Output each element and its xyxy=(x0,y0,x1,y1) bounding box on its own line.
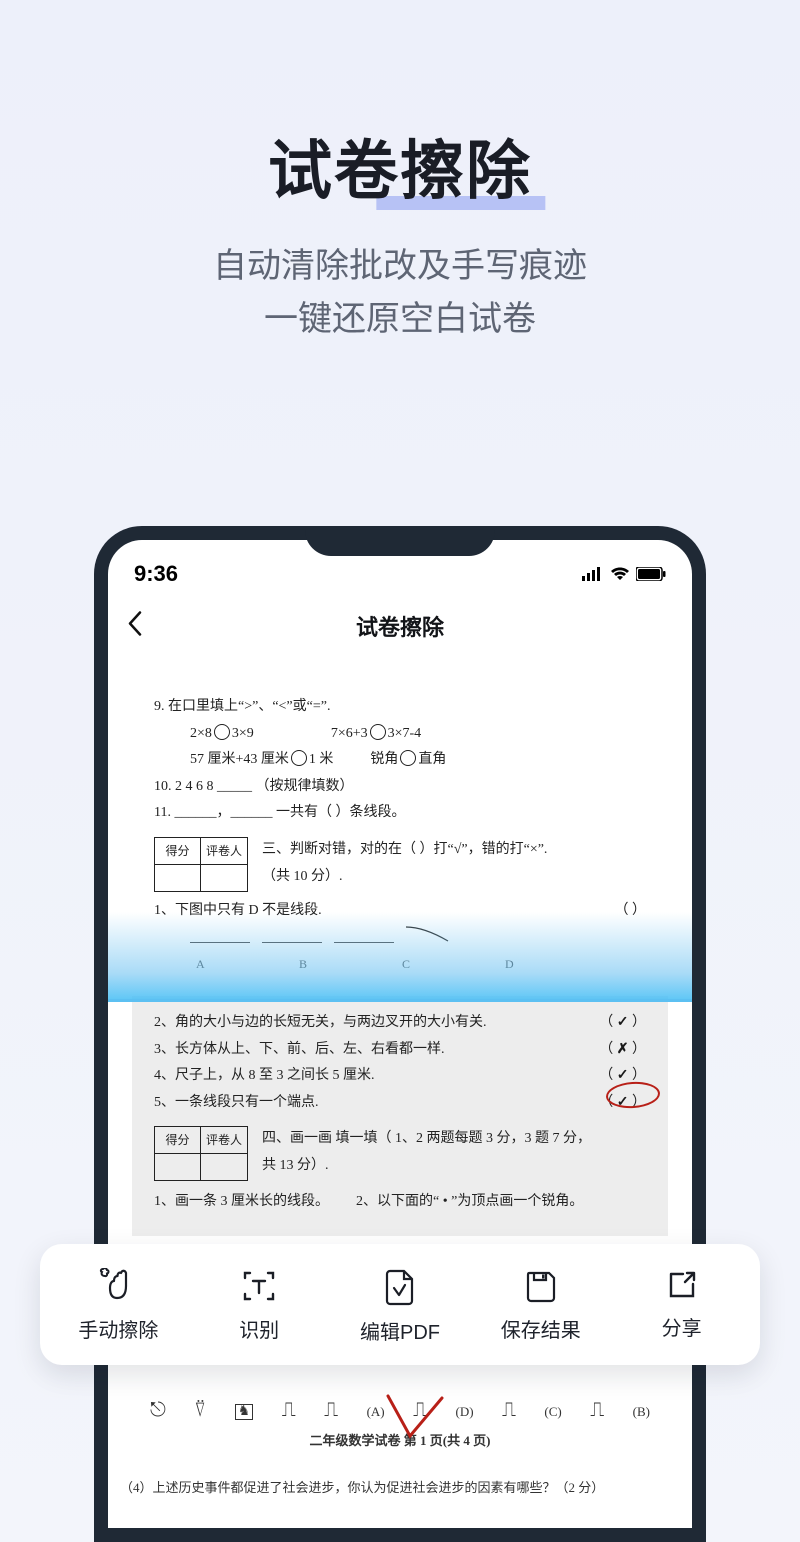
save-icon xyxy=(523,1268,559,1304)
manual-erase-button[interactable]: 手动擦除 xyxy=(58,1268,178,1345)
ocr-icon xyxy=(241,1268,277,1304)
wifi-icon xyxy=(610,567,630,581)
pdf-icon xyxy=(383,1268,417,1306)
share-icon xyxy=(665,1268,699,1302)
app-title: 试卷擦除 xyxy=(356,610,444,642)
back-button[interactable] xyxy=(126,611,144,642)
document-dirty-region: 2、角的大小与边的长短无关，与两边叉开的大小有关.（ ✓ ） 3、长方体从上、下… xyxy=(132,996,668,1236)
share-button[interactable]: 分享 xyxy=(622,1268,742,1345)
phone-frame: 9:36 试卷擦除 9. 在口里填上“>”、“<”或“=”. 2×83×9 7×… xyxy=(94,526,706,1542)
ocr-button[interactable]: 识别 xyxy=(199,1268,319,1345)
share-label: 分享 xyxy=(662,1312,702,1341)
red-check-mark-icon xyxy=(380,1392,450,1442)
document-tail: ⎋ ⍢ ♞ ⎍ ⎍ (A) ⎍ (D) ⎍ (C) ⎍ (B) 二年级数学试卷 … xyxy=(120,1400,680,1496)
phone-screen: 9:36 试卷擦除 9. 在口里填上“>”、“<”或“=”. 2×83×9 7×… xyxy=(108,540,692,1528)
battery-icon xyxy=(636,567,666,581)
save-result-button[interactable]: 保存结果 xyxy=(481,1268,601,1345)
scan-progress-band xyxy=(108,912,692,1002)
manual-erase-label: 手动擦除 xyxy=(78,1314,158,1343)
score-table: 得分评卷人 xyxy=(154,837,248,892)
hand-erase-icon xyxy=(99,1268,137,1304)
phone-notch xyxy=(305,526,495,556)
action-toolbar: 手动擦除 识别 编辑PDF 保存结果 分享 xyxy=(40,1244,760,1365)
hero-subtitle: 自动清除批改及手写痕迹 一键还原空白试卷 xyxy=(0,240,800,345)
save-result-label: 保存结果 xyxy=(501,1314,581,1343)
ocr-label: 识别 xyxy=(239,1314,279,1343)
edit-pdf-button[interactable]: 编辑PDF xyxy=(340,1268,460,1345)
edit-pdf-label: 编辑PDF xyxy=(360,1316,440,1345)
chevron-left-icon xyxy=(126,611,144,637)
cellular-icon xyxy=(582,567,604,581)
score-table: 得分评卷人 xyxy=(154,1126,248,1181)
hero-title: 试卷擦除 xyxy=(0,120,800,212)
app-header: 试卷擦除 xyxy=(108,598,692,654)
status-time: 9:36 xyxy=(134,561,178,587)
